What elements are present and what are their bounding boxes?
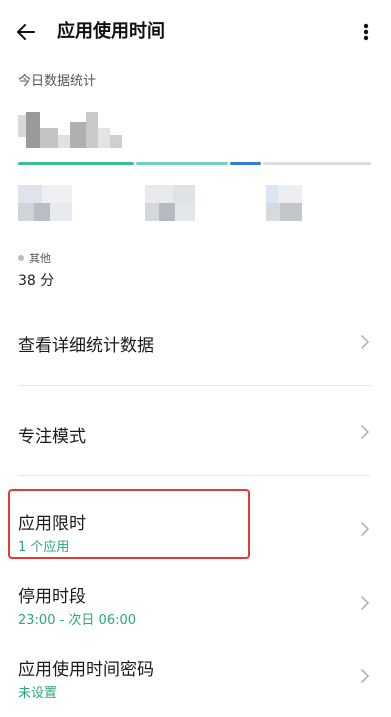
section-label-today-stats: 今日数据统计 (18, 74, 97, 89)
focus-mode-label: 专注模式 (18, 427, 86, 447)
highlight-box (8, 489, 250, 559)
arrow-left-icon[interactable] (14, 20, 38, 44)
downtime-label: 停用时段 (18, 587, 86, 607)
chevron-right-icon (361, 669, 369, 683)
progress-segment (136, 162, 228, 165)
focus-mode-row[interactable]: 专注模式 (0, 405, 391, 465)
usage-password-label: 应用使用时间密码 (18, 660, 154, 680)
more-vertical-icon[interactable] (354, 20, 378, 44)
top-bar: 应用使用时间 (0, 0, 391, 64)
divider (18, 385, 371, 386)
usage-password-sub: 未设置 (18, 686, 58, 701)
other-label: 其他 (29, 252, 51, 265)
chevron-right-icon (361, 522, 369, 536)
other-legend-dot (18, 255, 24, 261)
chevron-right-icon (361, 425, 369, 439)
chevron-right-icon (361, 335, 369, 349)
downtime-sub: 23:00 - 次日 06:00 (18, 613, 137, 628)
page-title: 应用使用时间 (57, 21, 165, 42)
usage-password-row[interactable]: 应用使用时间密码 未设置 (0, 643, 391, 711)
downtime-row[interactable]: 停用时段 23:00 - 次日 06:00 (0, 570, 391, 635)
divider (18, 475, 371, 476)
progress-segment (263, 162, 371, 165)
other-value: 38 分 (18, 273, 55, 289)
view-details-row[interactable]: 查看详细统计数据 (0, 316, 391, 380)
progress-segment (230, 162, 261, 165)
progress-segment (18, 162, 134, 165)
chevron-right-icon (361, 596, 369, 610)
view-details-label: 查看详细统计数据 (18, 336, 154, 356)
